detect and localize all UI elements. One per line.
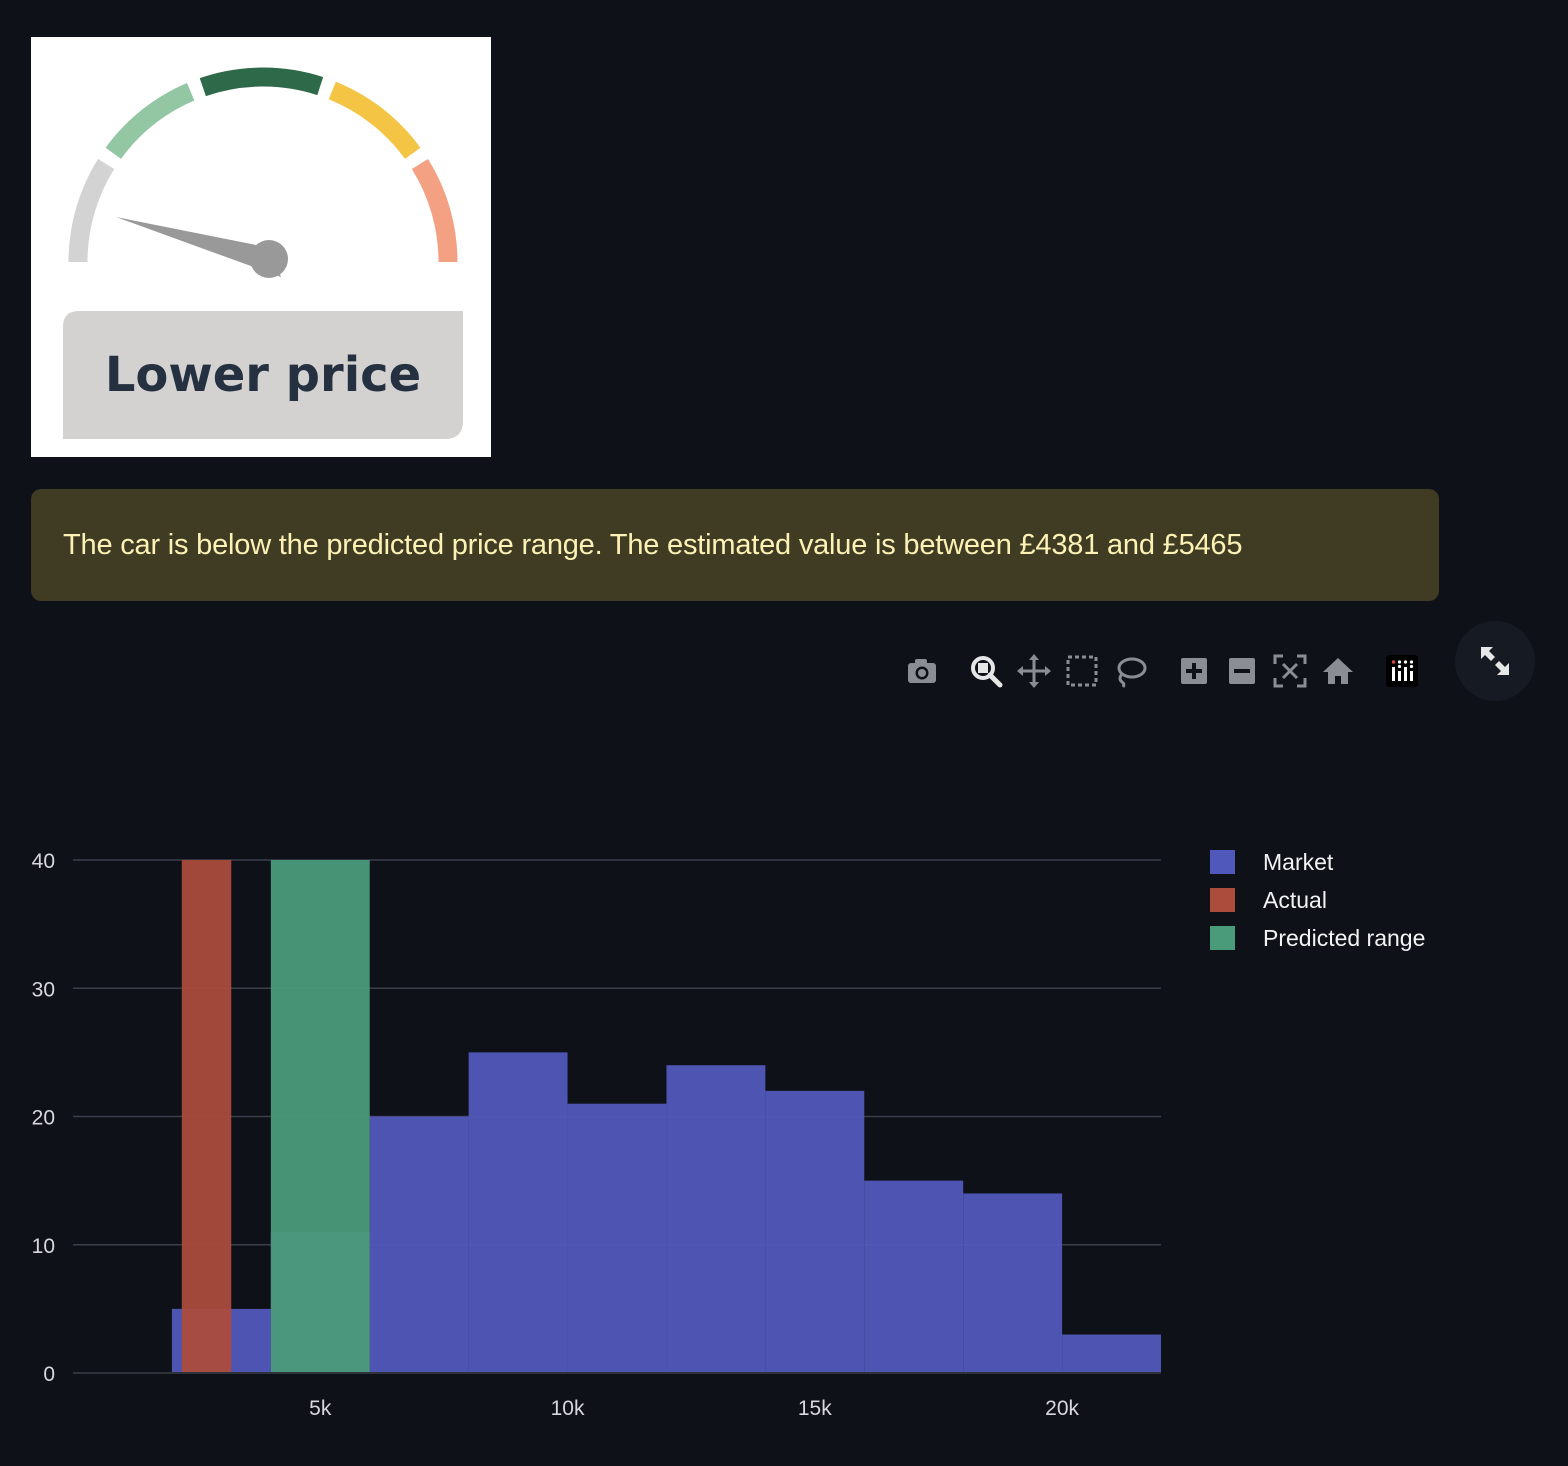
lasso-select-icon[interactable] [1112,653,1148,689]
legend-swatch-predicted-range[interactable] [1210,926,1235,950]
bar-market[interactable] [765,1090,865,1373]
gauge-label: Lower price [105,347,421,403]
gauge-segment-yellow [328,81,421,160]
chart-svg: 0 10 20 30 40 5k 10k 15k 20k Market Actual Predict… [32,849,1426,1420]
x-tick-label: 10k [551,1397,585,1420]
bar-market[interactable] [963,1193,1063,1373]
price-histogram-chart: 0 10 20 30 40 5k 10k 15k 20k Market Actual Predict… [0,720,1568,1462]
gauge-hub [250,240,288,278]
expand-icon [1481,647,1509,675]
autoscale-icon[interactable] [1272,653,1308,689]
legend-label-market[interactable]: Market [1263,849,1334,875]
x-tick-label: 20k [1045,1397,1079,1420]
bar-market[interactable] [666,1065,766,1373]
legend-label-actual[interactable]: Actual [1263,887,1327,913]
price-gauge-image: Lower price [31,37,491,457]
y-tick-label: 0 [43,1363,55,1386]
y-tick-label: 40 [32,850,55,873]
pan-icon[interactable] [1016,653,1052,689]
legend-label-predicted-range[interactable]: Predicted range [1263,925,1425,951]
legend-swatch-market[interactable] [1210,850,1235,874]
zoom-out-icon[interactable] [1224,653,1260,689]
alert-message: The car is below the predicted price ran… [63,528,1243,561]
zoom-icon[interactable] [968,653,1004,689]
y-tick-label: 20 [32,1107,55,1130]
x-tick-label: 5k [309,1397,332,1420]
fullscreen-button[interactable] [1455,621,1535,701]
bar-predicted-range[interactable] [270,860,370,1373]
y-tick-label: 10 [32,1235,55,1258]
gauge-segment-grey [68,158,115,263]
chart-modebar [900,645,1430,697]
gauge-graphic: Lower price [63,67,463,439]
zoom-in-icon[interactable] [1176,653,1212,689]
bar-market[interactable] [864,1180,964,1373]
reset-axes-icon[interactable] [1320,653,1356,689]
y-tick-label: 30 [32,978,55,1001]
gauge-segment-light-green [105,82,195,160]
bar-market[interactable] [1062,1334,1161,1373]
price-warning-alert: The car is below the predicted price ran… [31,489,1439,601]
bar-actual[interactable] [181,860,232,1373]
box-select-icon[interactable] [1064,653,1100,689]
bar-market[interactable] [468,1052,568,1373]
bar-market[interactable] [369,1116,469,1374]
camera-icon[interactable] [904,653,940,689]
plotly-logo-icon[interactable] [1384,653,1420,689]
gauge-arcs [68,67,458,263]
bar-market[interactable] [567,1103,667,1373]
gauge-segment-salmon [411,158,458,263]
x-tick-label: 15k [798,1397,832,1420]
legend-layer: Market Actual Predicted range [1210,849,1425,951]
gauge-segment-dark-green [199,67,324,97]
legend-swatch-actual[interactable] [1210,888,1235,912]
